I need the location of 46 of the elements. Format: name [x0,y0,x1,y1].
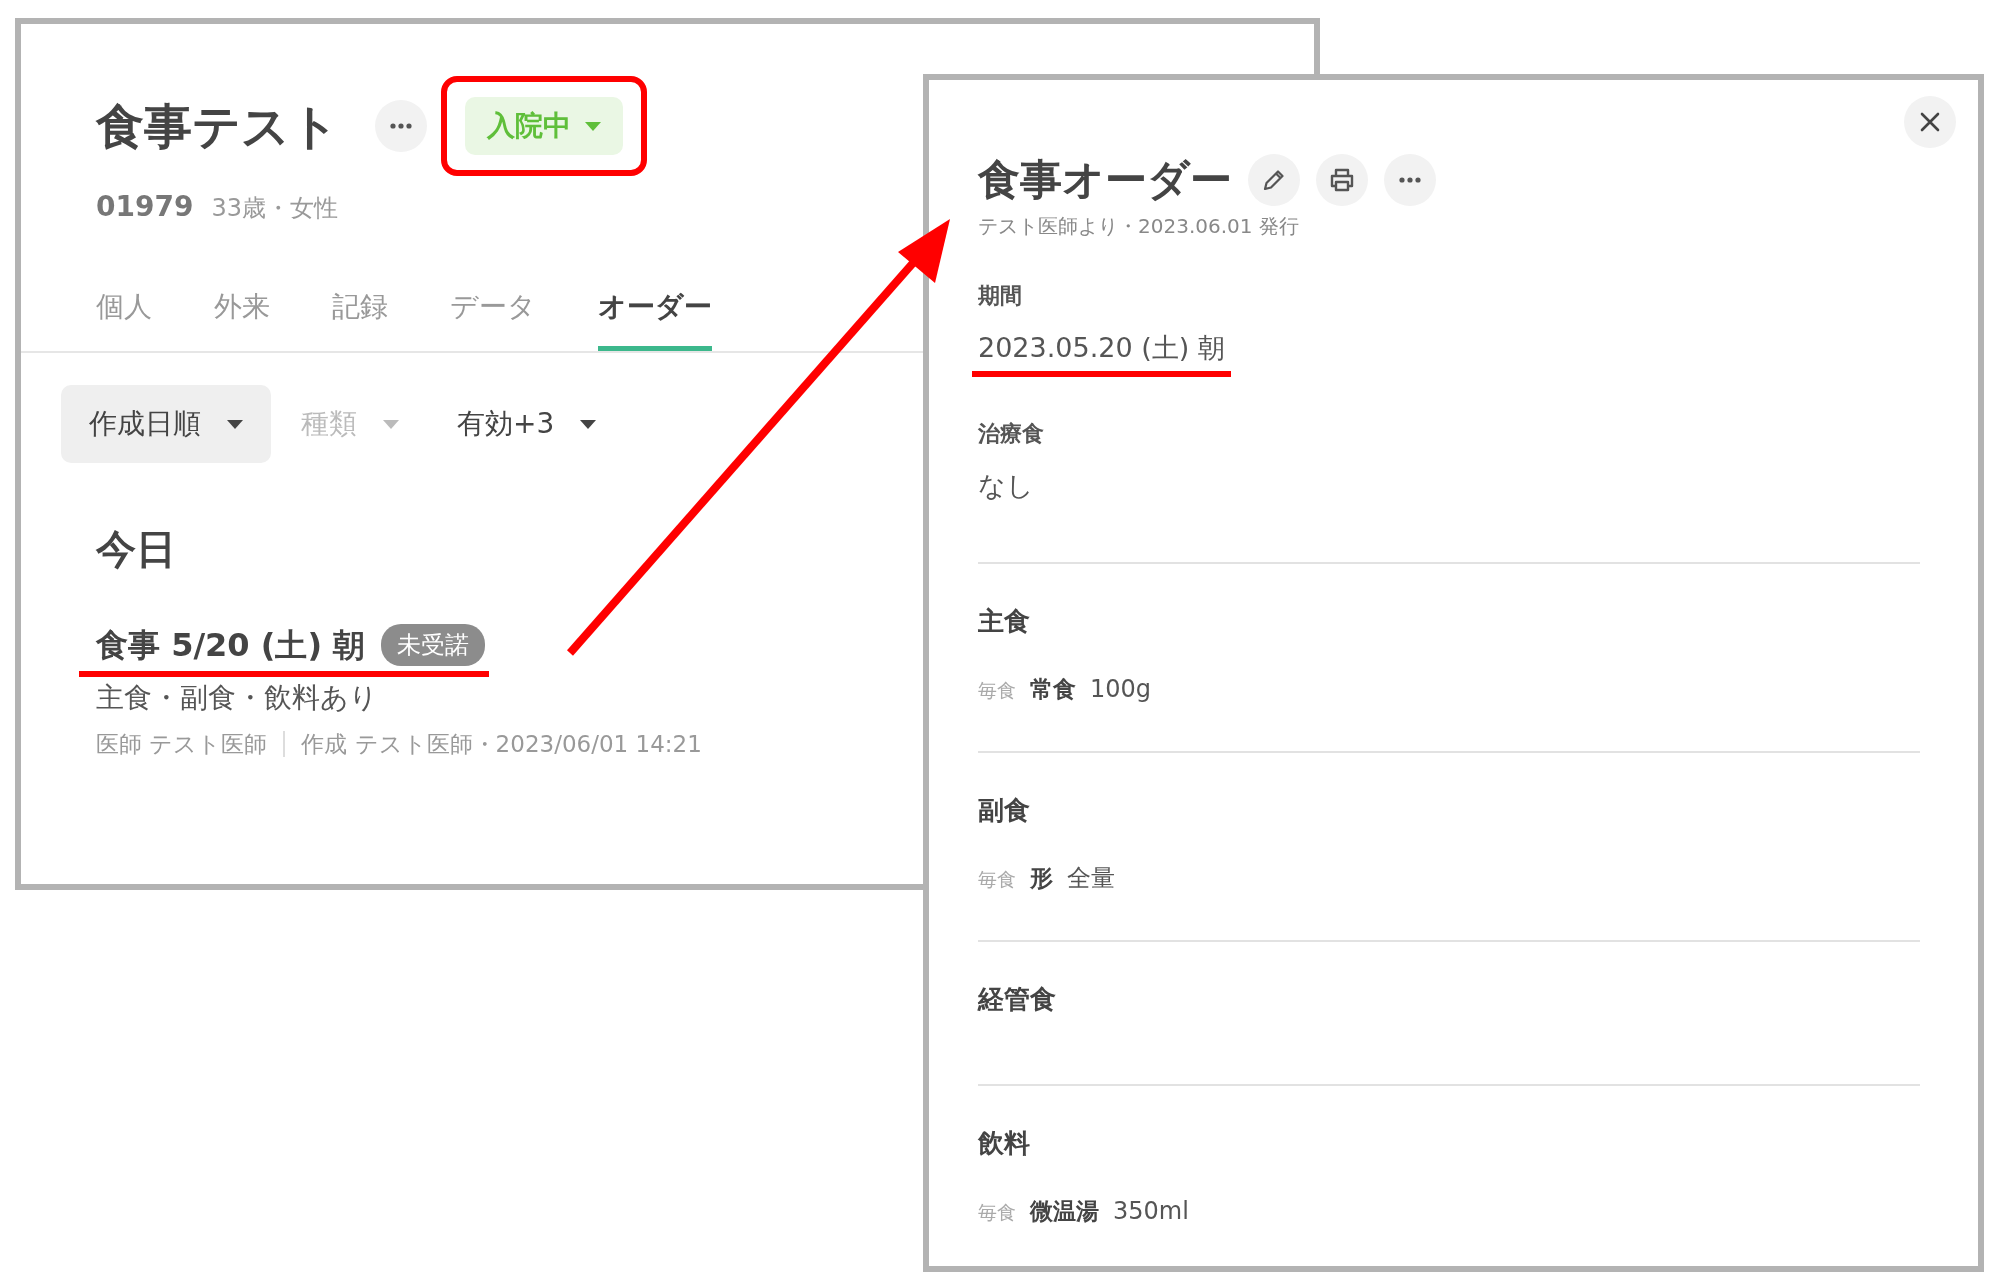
patient-id: 01979 [96,189,194,225]
tab[interactable]: 記録 [332,286,388,351]
tab[interactable]: オーダー [598,286,712,351]
frequency-label: 毎食 [978,867,1016,892]
print-icon [1328,166,1356,193]
field-value: なし [978,468,1034,503]
more-button[interactable] [375,100,427,152]
more-icon [390,123,412,129]
caret-icon [227,419,243,429]
panel-title: 食事オーダー [978,154,1232,206]
field-label: 治療食 [978,419,1045,448]
caret-icon [383,419,399,429]
section-label: 経管食 [978,983,1057,1016]
more-icon [1399,176,1421,183]
close-icon [1919,111,1941,133]
frequency-label: 毎食 [978,678,1016,703]
filter-dropdown[interactable]: 有効+3 [429,385,625,463]
tab[interactable]: 外来 [214,286,270,351]
tab[interactable]: データ [450,286,536,351]
patient-demographics: 33歳・女性 [211,193,338,224]
field-value: 2023.05.20 (土) 朝 [972,328,1231,377]
filter-dropdown[interactable]: 作成日順 [61,385,271,463]
status-badge: 未受諾 [381,624,486,666]
created-info: 作成 テスト医師・2023/06/01 14:21 [301,730,702,759]
section-label: 主食 [978,605,1031,638]
issued-info: テスト医師より・2023.06.01 発行 [978,213,1300,240]
section-heading: 今日 [96,525,176,574]
order-title[interactable]: 食事 5/20 (土) 朝 [96,621,366,669]
food-amount: 全量 [1067,863,1115,894]
field-label: 期間 [978,282,1023,310]
food-amount: 100g [1090,674,1152,705]
food-item: 形 [1030,864,1053,893]
section-label: 飲料 [978,1127,1031,1160]
doctor-label: 医師 テスト医師 [96,730,268,759]
order-summary: 主食・副食・飲料あり [96,680,378,716]
close-button[interactable] [1904,96,1956,148]
caret-icon [585,121,601,131]
tab[interactable]: 個人 [96,286,152,351]
patient-name: 食事テスト [96,97,339,156]
status-dropdown[interactable]: 入院中 [465,97,623,155]
food-amount: 350ml [1113,1196,1189,1227]
food-item: 微温湯 [1030,1197,1099,1226]
food-item: 常食 [1030,675,1076,704]
frequency-label: 毎食 [978,1200,1016,1225]
section-label: 副食 [978,794,1031,827]
caret-icon [580,419,597,429]
